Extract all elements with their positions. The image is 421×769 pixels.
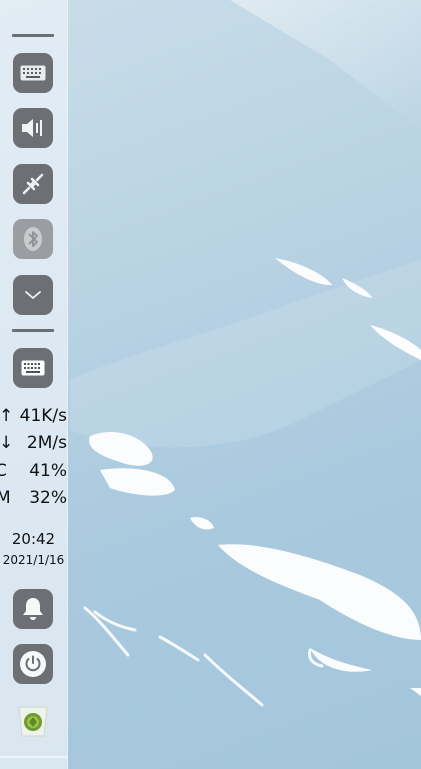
dock-bottom-edge (0, 756, 67, 758)
memory-usage-value: 32% (29, 488, 67, 508)
input-method-button[interactable] (13, 348, 53, 388)
volume-button[interactable] (13, 108, 53, 148)
dock-separator-top (12, 34, 54, 37)
onscreen-keyboard-button[interactable] (13, 53, 53, 93)
cpu-label: C (0, 461, 7, 481)
upload-speed-value: 41K/s (19, 406, 67, 426)
expand-tray-button[interactable] (13, 275, 53, 315)
cpu-usage-value: 41% (29, 461, 67, 481)
keyboard-icon (21, 360, 45, 376)
network-icon (21, 172, 45, 196)
download-arrow-icon: ↓ (0, 433, 14, 453)
trash-button[interactable] (17, 704, 49, 738)
volume-icon (21, 117, 45, 139)
memory-usage: M 32% (0, 488, 67, 510)
download-speed: ↓ 2M/s (0, 433, 67, 455)
cpu-usage: C 41% (0, 461, 67, 483)
power-icon (18, 649, 48, 679)
keyboard-icon (20, 65, 46, 81)
clock-date[interactable]: 2021/1/16 (0, 553, 67, 567)
memory-label: M (0, 488, 11, 508)
side-dock-panel: ↑ 41K/s ↓ 2M/s C 41% M 32% 20:42 2021/1/… (0, 0, 68, 769)
dock-separator-middle (12, 329, 54, 332)
upload-speed: ↑ 41K/s (0, 406, 67, 428)
power-button[interactable] (13, 644, 53, 684)
network-button[interactable] (13, 164, 53, 204)
chevron-down-icon (24, 289, 42, 301)
upload-arrow-icon: ↑ (0, 406, 14, 426)
bell-icon (21, 596, 45, 622)
notification-center-button[interactable] (13, 589, 53, 629)
trash-icon (17, 706, 49, 742)
clock-time[interactable]: 20:42 (0, 530, 67, 548)
download-speed-value: 2M/s (26, 433, 67, 453)
bluetooth-button[interactable] (13, 219, 53, 259)
bluetooth-icon (22, 226, 44, 252)
